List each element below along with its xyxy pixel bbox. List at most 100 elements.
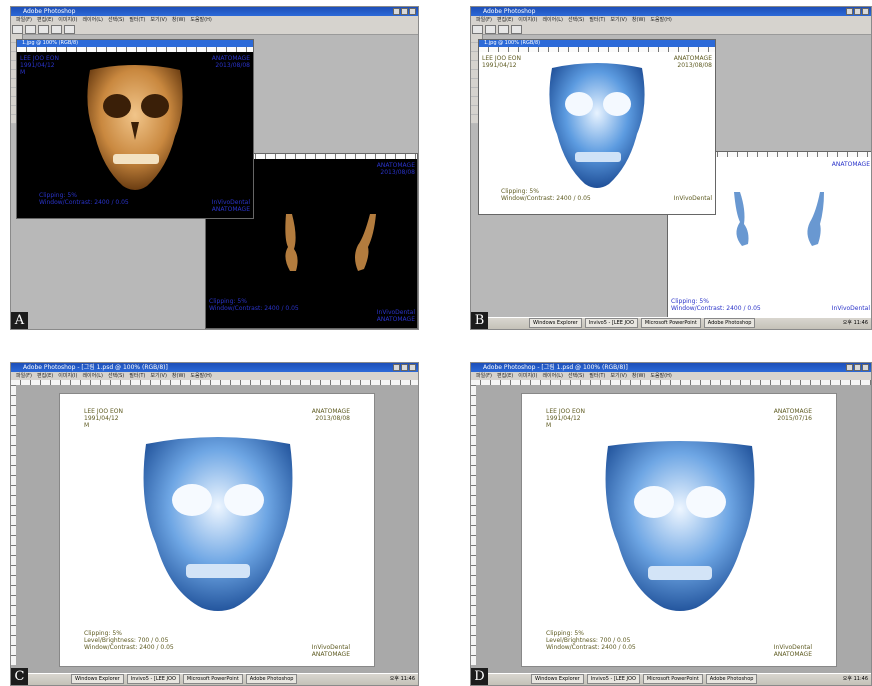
overlay-date: 2013/08/08 — [677, 62, 712, 69]
overlay-window: Window/Contrast: 2400 / 0.05 — [546, 644, 636, 651]
menu-layer[interactable]: 레이어(L) — [542, 373, 563, 379]
overlay-clip: Clipping: 5% — [671, 298, 709, 305]
menu-filter[interactable]: 필터(T) — [589, 17, 605, 23]
menu-edit[interactable]: 편집(E) — [497, 17, 513, 23]
app-title: Adobe Photoshop - [그림 1.psd @ 100% (RGB/… — [23, 364, 168, 371]
tool-button[interactable] — [25, 25, 36, 34]
taskbar-item-explorer[interactable]: Windows Explorer — [71, 674, 124, 684]
overlay-brand: ANATOMAGE — [831, 161, 870, 168]
overlay-brand: ANATOMAGE — [211, 55, 250, 62]
menu-filter[interactable]: 필터(T) — [129, 373, 145, 379]
taskbar-item-explorer[interactable]: Windows Explorer — [531, 674, 584, 684]
menu-view[interactable]: 보기(V) — [150, 373, 167, 379]
menu-file[interactable]: 파일(F) — [16, 17, 32, 23]
overlay-date: 2013/08/08 — [315, 415, 350, 422]
app-titlebar: Adobe Photoshop - [그림 1.psd @ 100% (RGB/… — [471, 363, 871, 372]
menu-select[interactable]: 선택(S) — [108, 373, 124, 379]
menu-view[interactable]: 보기(V) — [150, 17, 167, 23]
menu-layer[interactable]: 레이어(L) — [82, 373, 103, 379]
tool-button[interactable] — [51, 25, 62, 34]
menu-file[interactable]: 파일(F) — [476, 373, 492, 379]
menu-filter[interactable]: 필터(T) — [589, 373, 605, 379]
minimize-icon[interactable] — [846, 8, 853, 15]
tool-button[interactable] — [38, 25, 49, 34]
tool-button[interactable] — [64, 25, 75, 34]
overlay-clip: Clipping: 5% — [84, 630, 122, 637]
menubar: 파일(F) 편집(E) 이미지(I) 레이어(L) 선택(S) 필터(T) 보기(V) 창(W… — [471, 372, 871, 380]
maximize-icon[interactable] — [401, 8, 408, 15]
menu-view[interactable]: 보기(V) — [610, 373, 627, 379]
close-icon[interactable] — [862, 364, 869, 371]
window-controls[interactable] — [846, 8, 869, 15]
menu-edit[interactable]: 편집(E) — [37, 17, 53, 23]
skull-blue-image — [549, 63, 645, 188]
maximize-icon[interactable] — [401, 364, 408, 371]
overlay-sex: M — [84, 422, 90, 429]
maximize-icon[interactable] — [854, 8, 861, 15]
taskbar-item-invivo[interactable]: Invivo5 - [LEE JOO — [126, 674, 180, 684]
minimize-icon[interactable] — [393, 364, 400, 371]
menu-image[interactable]: 이미지(I) — [58, 17, 77, 23]
taskbar-item-powerpoint[interactable]: Microsoft PowerPoint — [182, 674, 243, 684]
overlay-level: Level/Brightness: 700 / 0.05 — [84, 637, 169, 644]
taskbar-item-powerpoint[interactable]: Microsoft PowerPoint — [642, 674, 703, 684]
menu-help[interactable]: 도움말(H) — [650, 373, 671, 379]
menu-window[interactable]: 창(W) — [632, 17, 645, 23]
menu-file[interactable]: 파일(F) — [16, 373, 32, 379]
tool-button[interactable] — [511, 25, 522, 34]
overlay-brand: ANATOMAGE — [376, 162, 415, 169]
overlay-sex: M — [546, 422, 552, 429]
document-page[interactable]: LEE JOO EON 1991/04/12 M ANATOMAGE 2015/… — [521, 393, 837, 667]
window-controls[interactable] — [846, 364, 869, 371]
menu-help[interactable]: 도움말(H) — [190, 17, 211, 23]
close-icon[interactable] — [409, 8, 416, 15]
menu-select[interactable]: 선택(S) — [568, 373, 584, 379]
overlay-brand-footer: ANATOMAGE — [211, 206, 250, 213]
taskbar-item-powerpoint[interactable]: Microsoft PowerPoint — [640, 318, 701, 328]
menu-filter[interactable]: 필터(T) — [129, 17, 145, 23]
overlay-window: Window/Contrast: 2400 / 0.05 — [209, 305, 299, 312]
minimize-icon[interactable] — [846, 364, 853, 371]
document-window-1[interactable]: 1.jpg @ 100% (RGB/8) LEE JOO EON 1991/04… — [478, 39, 716, 215]
overlay-brand-footer: ANATOMAGE — [311, 651, 350, 658]
menu-edit[interactable]: 편집(E) — [497, 373, 513, 379]
menu-view[interactable]: 보기(V) — [610, 17, 627, 23]
menu-window[interactable]: 창(W) — [632, 373, 645, 379]
overlay-brand-footer: ANATOMAGE — [376, 316, 415, 323]
close-icon[interactable] — [862, 8, 869, 15]
menu-image[interactable]: 이미지(I) — [518, 373, 537, 379]
menu-layer[interactable]: 레이어(L) — [542, 17, 563, 23]
menu-layer[interactable]: 레이어(L) — [82, 17, 103, 23]
tool-button[interactable] — [498, 25, 509, 34]
maximize-icon[interactable] — [854, 364, 861, 371]
taskbar-item-explorer[interactable]: Windows Explorer — [529, 318, 582, 328]
menu-select[interactable]: 선택(S) — [108, 17, 124, 23]
menu-help[interactable]: 도움말(H) — [190, 373, 211, 379]
menu-image[interactable]: 이미지(I) — [518, 17, 537, 23]
tool-button[interactable] — [472, 25, 483, 34]
document-page[interactable]: LEE JOO EON 1991/04/12 M ANATOMAGE 2013/… — [59, 393, 375, 667]
tool-button[interactable] — [485, 25, 496, 34]
overlay-brand: ANATOMAGE — [773, 408, 812, 415]
taskbar-item-photoshop[interactable]: Adobe Photoshop — [705, 674, 758, 684]
menu-window[interactable]: 창(W) — [172, 373, 185, 379]
window-controls[interactable] — [393, 8, 416, 15]
menu-help[interactable]: 도움말(H) — [650, 17, 671, 23]
window-controls[interactable] — [393, 364, 416, 371]
tool-button[interactable] — [12, 25, 23, 34]
minimize-icon[interactable] — [393, 8, 400, 15]
menu-select[interactable]: 선택(S) — [568, 17, 584, 23]
taskbar-item-invivo[interactable]: Invivo5 - [LEE JOO — [586, 674, 640, 684]
menu-file[interactable]: 파일(F) — [476, 17, 492, 23]
menu-window[interactable]: 창(W) — [172, 17, 185, 23]
menu-image[interactable]: 이미지(I) — [58, 373, 77, 379]
app-title: Adobe Photoshop — [23, 8, 76, 15]
close-icon[interactable] — [409, 364, 416, 371]
taskbar-item-invivo[interactable]: Invivo5 - [LEE JOO — [584, 318, 638, 328]
taskbar-item-photoshop[interactable]: Adobe Photoshop — [245, 674, 298, 684]
taskbar-item-photoshop[interactable]: Adobe Photoshop — [703, 318, 756, 328]
overlay-sex: M — [20, 69, 26, 76]
menubar: 파일(F) 편집(E) 이미지(I) 레이어(L) 선택(S) 필터(T) 보기(V) 창(W… — [471, 16, 871, 24]
menu-edit[interactable]: 편집(E) — [37, 373, 53, 379]
document-window-1[interactable]: 1.jpg @ 100% (RGB/8) LEE JOO EON 1991/04… — [16, 39, 254, 219]
